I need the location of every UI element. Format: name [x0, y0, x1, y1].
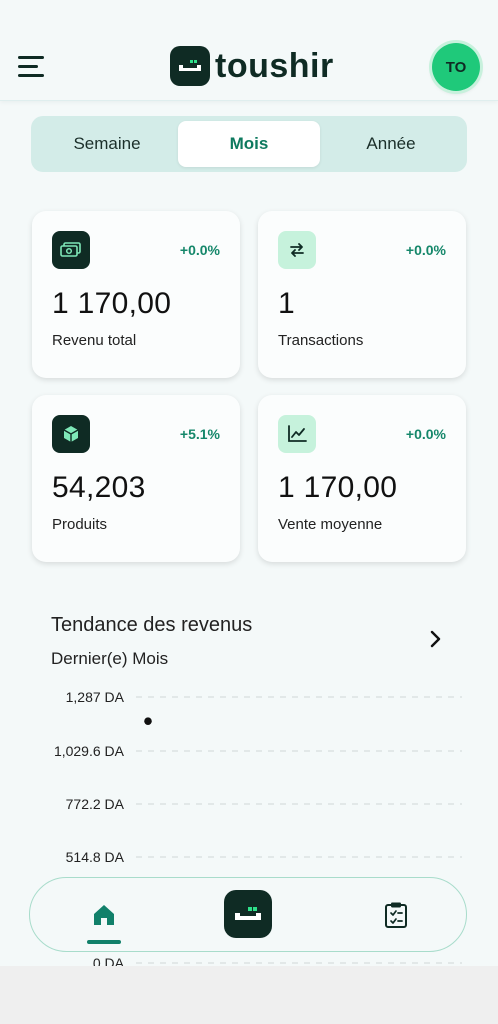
- stat-label: Revenu total: [52, 332, 137, 349]
- cash-icon: [52, 231, 90, 269]
- stat-card-produits[interactable]: +5.1% 54,203 Produits: [32, 395, 240, 562]
- brand-name: toushir: [215, 47, 334, 85]
- data-point[interactable]: [144, 717, 152, 725]
- stat-value: 1: [278, 287, 295, 320]
- system-nav-area: [0, 966, 498, 1024]
- clipboard-icon: [385, 902, 407, 928]
- stat-label: Vente moyenne: [278, 516, 383, 533]
- stat-change: +0.0%: [405, 426, 446, 442]
- nav-clipboard[interactable]: [371, 890, 421, 940]
- brand-logo: toushir: [170, 46, 334, 86]
- y-tick-label: 514.8 DA: [66, 849, 125, 865]
- stat-change: +0.0%: [405, 242, 446, 258]
- box-icon: [52, 415, 90, 453]
- stat-card-vente-moyenne[interactable]: +0.0% 1 170,00 Vente moyenne: [258, 395, 466, 562]
- tab-mois[interactable]: Mois: [178, 121, 320, 167]
- logo-mark-icon: [170, 46, 210, 86]
- transfer-arrows-icon: [278, 231, 316, 269]
- home-icon: [94, 905, 114, 925]
- menu-icon[interactable]: [18, 56, 46, 78]
- tab-annee[interactable]: Année: [320, 121, 462, 167]
- section-subtitle: Dernier(e) Mois: [51, 649, 169, 668]
- nav-center-logo-button[interactable]: [224, 890, 272, 938]
- line-chart-icon: [278, 415, 316, 453]
- user-avatar[interactable]: TO: [432, 43, 480, 91]
- top-app-bar: toushir TO: [0, 0, 498, 101]
- y-tick-label: 0 DA: [93, 955, 125, 966]
- stat-card-transactions[interactable]: +0.0% 1 Transactions: [258, 211, 466, 378]
- toushir-logo-icon: [235, 907, 261, 920]
- stat-card-revenu-total[interactable]: +0.0% 1 170,00 Revenu total: [32, 211, 240, 378]
- nav-active-indicator: [87, 940, 121, 944]
- stat-change: +0.0%: [179, 242, 220, 258]
- stat-value: 54,203: [52, 471, 146, 504]
- tab-semaine[interactable]: Semaine: [36, 121, 178, 167]
- stat-value: 1 170,00: [52, 287, 172, 320]
- app-screen: toushir TO Semaine Mois Année +0.0% 1 17…: [0, 0, 498, 966]
- bottom-nav: [29, 877, 467, 952]
- nav-home[interactable]: [79, 890, 129, 940]
- section-title: Tendance des revenus: [51, 614, 253, 636]
- stat-label: Produits: [52, 516, 108, 533]
- stat-change: +5.1%: [179, 426, 220, 442]
- stat-value: 1 170,00: [278, 471, 398, 504]
- y-tick-label: 1,287 DA: [66, 689, 125, 705]
- chevron-right-icon[interactable]: [426, 628, 446, 650]
- period-selector: Semaine Mois Année: [31, 116, 467, 172]
- y-tick-label: 772.2 DA: [66, 796, 125, 812]
- stat-label: Transactions: [278, 332, 364, 349]
- y-tick-label: 1,029.6 DA: [54, 743, 125, 759]
